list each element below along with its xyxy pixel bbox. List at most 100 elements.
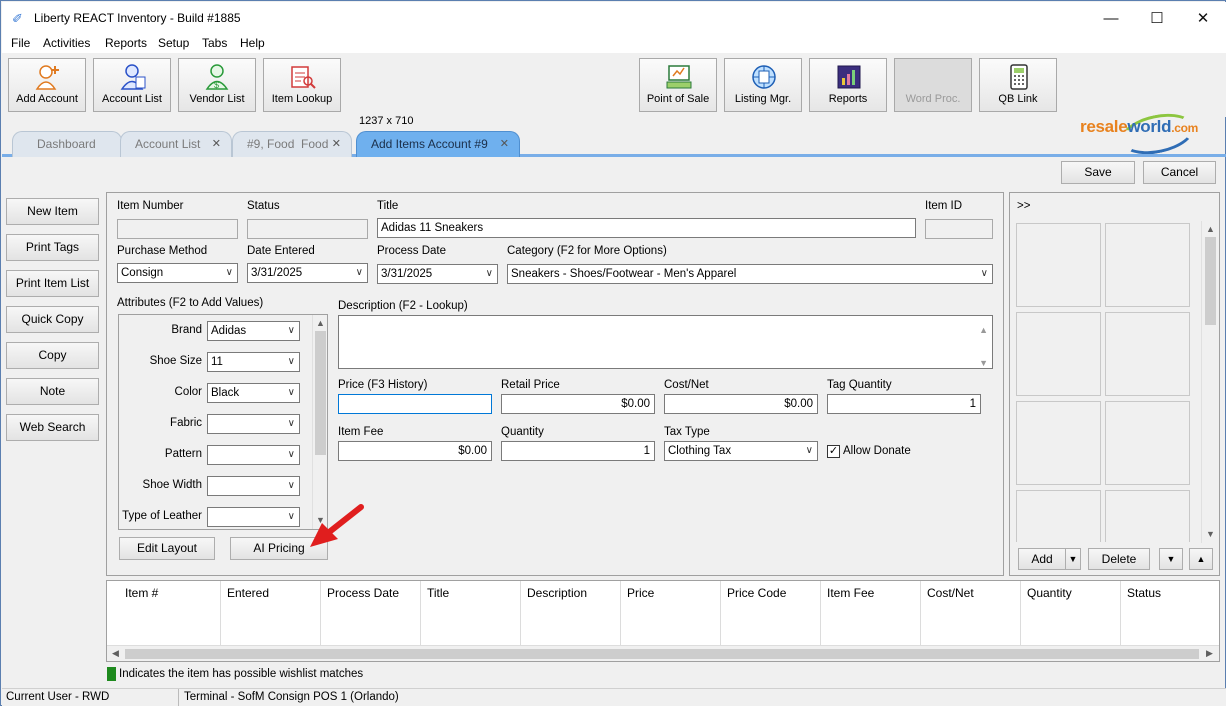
add-image-dropdown-icon[interactable]: ▼ [1065,548,1081,570]
tab-add-items[interactable]: Add Items Account #9 ✕ [356,131,520,157]
column-header[interactable]: Quantity [1020,581,1120,645]
scroll-up-icon[interactable]: ▲ [1206,224,1215,234]
close-tab-icon[interactable]: ✕ [212,132,221,156]
column-header[interactable]: Item # [119,581,220,645]
column-header[interactable]: Price Code [720,581,820,645]
word-processor-button[interactable]: Word Proc. [894,58,972,112]
image-slot[interactable] [1016,401,1101,485]
image-slot[interactable] [1105,312,1190,396]
attr-color-select[interactable]: Black ∨ [207,383,300,403]
close-window-button[interactable]: ✕ [1180,6,1226,32]
column-header[interactable]: Description [520,581,620,645]
tab-dashboard[interactable]: Dashboard [12,131,122,157]
scroll-thumb[interactable] [1205,237,1216,325]
cancel-button[interactable]: Cancel [1143,161,1216,184]
description-textarea[interactable]: ▲ ▼ [338,315,993,369]
column-header[interactable]: Price [620,581,720,645]
images-scrollbar[interactable]: ▲ ▼ [1201,221,1218,543]
save-button[interactable]: Save [1061,161,1135,184]
table-hscrollbar[interactable]: ◀ ▶ [107,645,1219,661]
attr-shoe-width-select[interactable]: ∨ [207,476,300,496]
images-expand-toggle[interactable]: >> [1017,200,1030,212]
image-slot[interactable] [1105,223,1190,307]
column-header[interactable]: Process Date [320,581,420,645]
print-item-list-button[interactable]: Print Item List [6,270,99,297]
move-down-icon[interactable]: ▼ [1159,548,1183,570]
scroll-right-icon[interactable]: ▶ [1206,648,1213,659]
item-number-field[interactable] [117,219,238,239]
column-header[interactable]: Status [1120,581,1219,645]
note-button[interactable]: Note [6,378,99,405]
scroll-down-icon[interactable]: ▼ [979,354,988,368]
date-entered-picker[interactable]: 3/31/2025 ∨ [247,263,368,283]
listing-manager-button[interactable]: Listing Mgr. [724,58,802,112]
add-image-button[interactable]: Add [1018,548,1066,570]
menu-activities[interactable]: Activities [43,36,90,50]
reports-button[interactable]: Reports [809,58,887,112]
delete-image-button[interactable]: Delete [1088,548,1150,570]
image-slot[interactable] [1105,401,1190,485]
column-header[interactable]: Item Fee [820,581,920,645]
scroll-down-icon[interactable]: ▼ [1206,529,1215,539]
menu-file[interactable]: File [11,36,30,50]
close-tab-icon[interactable]: ✕ [500,132,509,156]
attr-pattern-select[interactable]: ∨ [207,445,300,465]
new-item-button[interactable]: New Item [6,198,99,225]
image-slot[interactable] [1105,490,1190,542]
tab-account-list[interactable]: Account List ✕ [120,131,232,157]
attr-shoe-size-select[interactable]: 11 ∨ [207,352,300,372]
quick-copy-button[interactable]: Quick Copy [6,306,99,333]
qb-link-button[interactable]: QB Link [979,58,1057,112]
scroll-left-icon[interactable]: ◀ [112,648,119,659]
tax-type-label: Tax Type [664,426,710,438]
add-account-button[interactable]: Add Account [8,58,86,112]
quantity-field[interactable]: 1 [501,441,655,461]
copy-button[interactable]: Copy [6,342,99,369]
item-number-label: Item Number [117,200,184,212]
price-field[interactable] [338,394,492,414]
image-slot[interactable] [1016,312,1101,396]
menu-help[interactable]: Help [240,36,265,50]
account-list-button[interactable]: Account List [93,58,171,112]
menu-reports[interactable]: Reports [105,36,147,50]
image-slot[interactable] [1016,223,1101,307]
scroll-thumb[interactable] [125,649,1199,659]
item-fee-field[interactable]: $0.00 [338,441,492,461]
item-lookup-button[interactable]: Item Lookup [263,58,341,112]
process-date-picker[interactable]: 3/31/2025 ∨ [377,264,498,284]
maximize-button[interactable]: ☐ [1134,6,1180,32]
allow-donate-checkbox[interactable]: ✓ [827,445,840,458]
retail-price-field[interactable]: $0.00 [501,394,655,414]
scroll-thumb[interactable] [315,331,326,455]
status-field[interactable] [247,219,368,239]
close-tab-icon[interactable]: ✕ [332,132,341,156]
tag-quantity-field[interactable]: 1 [827,394,981,414]
attributes-scrollbar[interactable]: ▲ ▼ [312,315,327,529]
vendor-list-button[interactable]: $ Vendor List [178,58,256,112]
tax-type-select[interactable]: Clothing Tax ∨ [664,441,818,461]
menu-setup[interactable]: Setup [158,36,189,50]
edit-layout-button[interactable]: Edit Layout [119,537,215,560]
minimize-button[interactable]: — [1088,6,1134,32]
point-of-sale-button[interactable]: Point of Sale [639,58,717,112]
print-tags-button[interactable]: Print Tags [6,234,99,261]
move-up-icon[interactable]: ▲ [1189,548,1213,570]
web-search-button[interactable]: Web Search [6,414,99,441]
scroll-up-icon[interactable]: ▲ [979,321,988,339]
column-header[interactable]: Entered [220,581,320,645]
title-field[interactable]: Adidas 11 Sneakers [377,218,916,238]
attr-brand-select[interactable]: Adidas ∨ [207,321,300,341]
image-slot[interactable] [1016,490,1101,542]
attr-type-of-leather-select[interactable]: ∨ [207,507,300,527]
menu-tabs[interactable]: Tabs [202,36,227,50]
purchase-method-select[interactable]: Consign ∨ [117,263,238,283]
item-lookup-label: Item Lookup [271,93,333,105]
scroll-up-icon[interactable]: ▲ [316,318,325,328]
item-id-field[interactable] [925,219,993,239]
tab-account-9[interactable]: #9, Food Food ✕ [232,131,352,157]
column-header[interactable]: Cost/Net [920,581,1020,645]
category-select[interactable]: Sneakers - Shoes/Footwear - Men's Appare… [507,264,993,284]
column-header[interactable]: Title [420,581,520,645]
cost-net-field[interactable]: $0.00 [664,394,818,414]
attr-fabric-select[interactable]: ∨ [207,414,300,434]
